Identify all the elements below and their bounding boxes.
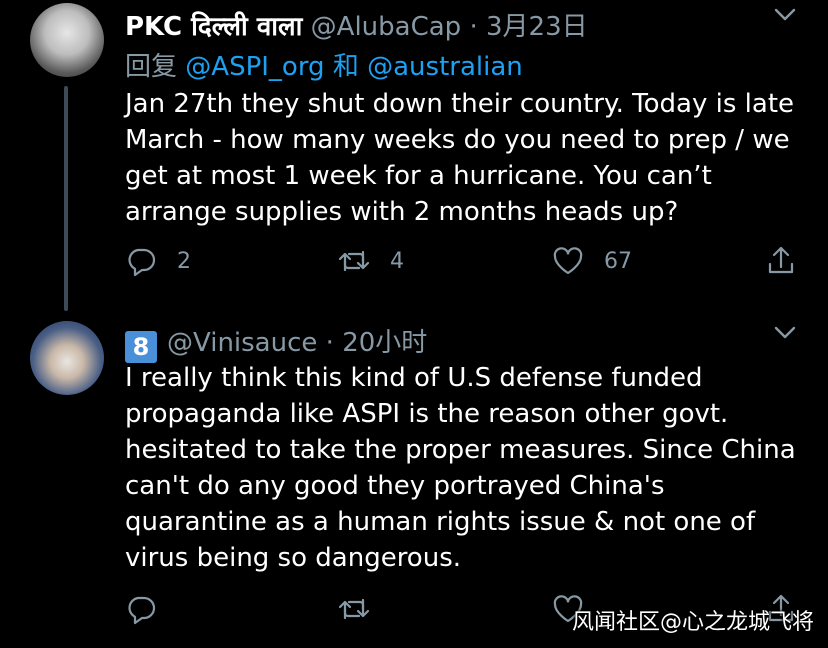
tweet[interactable]: 8 @Vinisauce · 20小时 I really think this k… [0,318,828,648]
reply-prefix: 回复 [125,52,178,82]
reply-count: 2 [177,248,191,274]
tweet-text: I really think this kind of U.S defense … [125,363,796,573]
like-count: 67 [604,248,632,274]
retweet-button[interactable]: 4 [338,245,404,277]
chevron-down-icon[interactable] [774,8,796,22]
profile-badge: 8 [125,331,157,363]
like-button[interactable]: 67 [552,245,632,277]
user-handle[interactable]: @Vinisauce [167,328,317,358]
reply-button[interactable]: 2 [125,245,191,277]
share-button[interactable] [765,245,797,277]
tweet-actions: 2 4 67 [0,245,828,285]
tweet[interactable]: PKC दिल्ली वाला @AlubaCap · 3月23日 回复 @AS… [0,0,828,318]
retweet-button[interactable] [338,593,370,625]
reply-icon [128,248,156,277]
chevron-down-icon[interactable] [774,326,796,340]
retweet-count: 4 [390,248,404,274]
separator-dot: · [469,12,478,42]
tweet-header: 8 @Vinisauce · 20小时 [125,322,427,363]
avatar[interactable] [30,3,104,77]
retweet-icon [338,250,370,272]
tweet-header: PKC दिल्ली वाला @AlubaCap · 3月23日 [125,6,588,43]
tweet-text: Jan 27th they shut down their country. T… [125,89,795,227]
timestamp[interactable]: 20小时 [342,328,427,358]
mention-link[interactable]: @australian [367,52,523,82]
timestamp[interactable]: 3月23日 [486,12,588,42]
mention-link[interactable]: @ASPI_org [185,52,324,82]
display-name[interactable]: PKC दिल्ली वाला [125,12,302,42]
reply-button[interactable] [125,593,157,625]
watermark: 风闻社区@心之龙城飞将 [571,610,814,635]
reply-icon [128,596,156,625]
replying-to: 回复 @ASPI_org 和 @australian [125,46,523,83]
avatar[interactable] [30,321,104,395]
retweet-icon [338,598,370,620]
heart-icon [553,247,583,275]
user-handle[interactable]: @AlubaCap [311,12,462,42]
mention-joiner: 和 [332,52,359,82]
separator-dot: · [325,328,334,358]
share-icon [768,246,794,274]
